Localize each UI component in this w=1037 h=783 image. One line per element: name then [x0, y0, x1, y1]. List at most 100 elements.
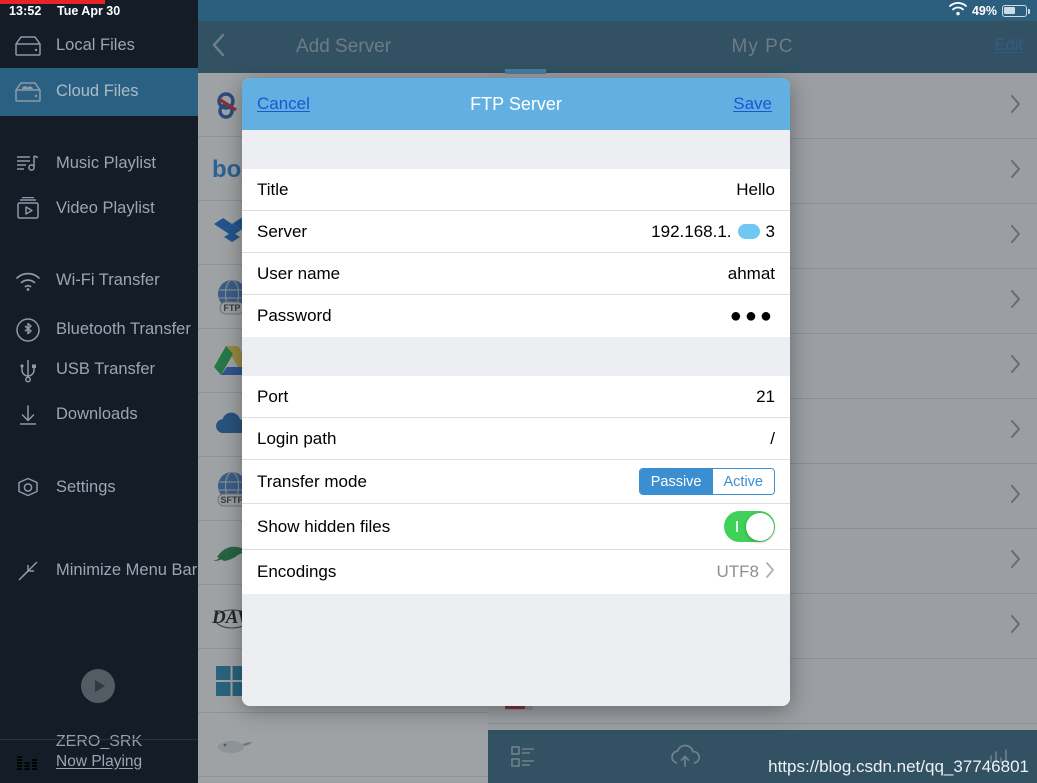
battery-percent: 49%	[971, 3, 997, 18]
service-row[interactable]	[198, 713, 488, 777]
sidebar-item-label: Bluetooth Transfer	[56, 320, 191, 339]
list-view-icon[interactable]	[510, 744, 536, 770]
field-row-title[interactable]: Title Hello	[242, 169, 790, 211]
field-label: User name	[257, 263, 341, 283]
bluetooth-icon	[0, 317, 56, 343]
field-row-password[interactable]: Password ●●●	[242, 295, 790, 337]
battery-icon	[1002, 4, 1030, 17]
chevron-right-icon	[1010, 614, 1021, 639]
download-icon	[0, 403, 56, 427]
chevron-right-icon	[1010, 289, 1021, 314]
watermark-text: https://blog.csdn.net/qq_37746801	[768, 757, 1029, 776]
chevron-left-icon[interactable]	[212, 33, 225, 62]
dialog-header: Cancel FTP Server Save	[242, 78, 790, 130]
options-fields-group: Port 21 Login path / Transfer mode Passi…	[242, 376, 790, 594]
add-server-header: Add Server	[198, 21, 488, 73]
field-row-server[interactable]: Server 192.168.1. 3	[242, 211, 790, 253]
chevron-right-icon	[1010, 94, 1021, 119]
transfer-mode-segmented-control[interactable]: Passive Active	[638, 468, 775, 495]
sidebar-item-usb-transfer[interactable]: USB Transfer	[0, 348, 198, 392]
dialog-footer-space	[242, 594, 790, 706]
sidebar-item-label: USB Transfer	[56, 360, 156, 379]
username-input[interactable]: ahmat	[728, 264, 775, 284]
sidebar-item-label: Local Files	[56, 36, 135, 55]
port-input[interactable]: 21	[756, 387, 775, 407]
section-spacer	[242, 130, 790, 169]
status-time: 13:52	[9, 4, 42, 18]
cloud-drive-icon	[0, 81, 56, 103]
wifi-icon	[0, 270, 56, 292]
server-value: 192.168.1.	[651, 221, 732, 241]
chevron-right-icon	[1010, 419, 1021, 444]
sidebar-item-minimize-menu-bar[interactable]: Minimize Menu Bar	[0, 545, 198, 597]
field-label: Title	[257, 179, 289, 199]
login-path-input[interactable]: /	[770, 429, 775, 449]
chevron-right-icon	[1010, 159, 1021, 184]
chevron-right-icon	[1010, 224, 1021, 249]
add-server-title: Add Server	[295, 36, 392, 57]
chevron-right-icon	[1010, 354, 1021, 379]
ftp-server-dialog: Cancel FTP Server Save Title Hello Serve…	[242, 78, 790, 706]
field-label: Login path	[257, 428, 337, 448]
sidebar-item-settings[interactable]: Settings	[0, 466, 198, 510]
video-icon	[0, 197, 56, 221]
encodings-text: UTF8	[716, 562, 760, 581]
mouse-icon	[210, 723, 254, 767]
play-button[interactable]	[81, 669, 115, 703]
field-label: Show hidden files	[257, 516, 391, 536]
sidebar-item-wifi-transfer[interactable]: Wi-Fi Transfer	[0, 259, 198, 303]
password-input[interactable]: ●●●	[730, 306, 775, 326]
title-input[interactable]: Hello	[736, 180, 775, 200]
sidebar-item-local-files[interactable]: Local Files	[0, 24, 198, 68]
save-button[interactable]: Save	[733, 94, 772, 114]
tablet-screen: Add Server box FTP SFTP DAV My PC Edit C…	[0, 0, 1037, 783]
my-pc-title: My PC	[731, 36, 794, 57]
equalizer-icon	[0, 752, 56, 772]
sidebar-item-label: Video Playlist	[56, 199, 155, 218]
usb-icon	[0, 357, 56, 383]
music-list-icon	[0, 153, 56, 175]
sidebar-item-label: Settings	[56, 478, 116, 497]
cloud-upload-icon[interactable]	[668, 744, 702, 770]
sidebar-item-label: Cloud Files	[56, 82, 139, 101]
gear-icon	[0, 475, 56, 501]
chevron-right-icon	[765, 561, 775, 584]
wifi-icon	[949, 2, 967, 19]
main-sidebar: Local Files Cloud Files Music Playlist V…	[0, 21, 198, 783]
field-label: Transfer mode	[257, 471, 367, 491]
field-row-show-hidden-files: Show hidden files	[242, 504, 790, 550]
sidebar-item-label: Wi-Fi Transfer	[56, 271, 160, 290]
edit-button[interactable]: Edit	[995, 36, 1023, 55]
server-input[interactable]: 192.168.1. 3	[651, 222, 775, 242]
field-label: Server	[257, 221, 308, 241]
field-row-username[interactable]: User name ahmat	[242, 253, 790, 295]
connection-fields-group: Title Hello Server 192.168.1. 3 User name…	[242, 169, 790, 337]
minimize-icon	[0, 558, 56, 584]
server-value-suffix: 3	[765, 221, 775, 241]
sidebar-item-downloads[interactable]: Downloads	[0, 393, 198, 437]
svg-text:SFTP: SFTP	[220, 495, 243, 505]
field-row-port[interactable]: Port 21	[242, 376, 790, 418]
chevron-right-icon	[1010, 484, 1021, 509]
encodings-value[interactable]: UTF8	[717, 561, 776, 584]
now-playing-bar[interactable]: Now Playing	[0, 739, 198, 783]
field-row-transfer-mode: Transfer mode Passive Active	[242, 460, 790, 504]
field-row-encodings[interactable]: Encodings UTF8	[242, 550, 790, 594]
field-label: Encodings	[257, 562, 337, 581]
status-bar: 13:52 Tue Apr 30 49%	[0, 0, 1037, 21]
sidebar-item-label: Minimize Menu Bar	[56, 561, 198, 580]
chevron-right-icon	[1010, 549, 1021, 574]
segment-active[interactable]: Active	[712, 469, 774, 494]
sidebar-item-label: Music Playlist	[56, 154, 156, 173]
sidebar-item-cloud-files[interactable]: Cloud Files	[0, 68, 198, 116]
show-hidden-files-toggle[interactable]	[724, 511, 775, 542]
field-label: Port	[257, 386, 289, 406]
now-playing-label: Now Playing	[56, 752, 143, 770]
field-row-login-path[interactable]: Login path /	[242, 418, 790, 460]
field-label: Password	[257, 306, 332, 325]
sidebar-item-music-playlist[interactable]: Music Playlist	[0, 142, 198, 186]
status-bar-right: 49%	[949, 2, 1030, 19]
redaction-mark	[737, 224, 760, 239]
sidebar-item-video-playlist[interactable]: Video Playlist	[0, 187, 198, 231]
segment-passive[interactable]: Passive	[639, 469, 713, 494]
